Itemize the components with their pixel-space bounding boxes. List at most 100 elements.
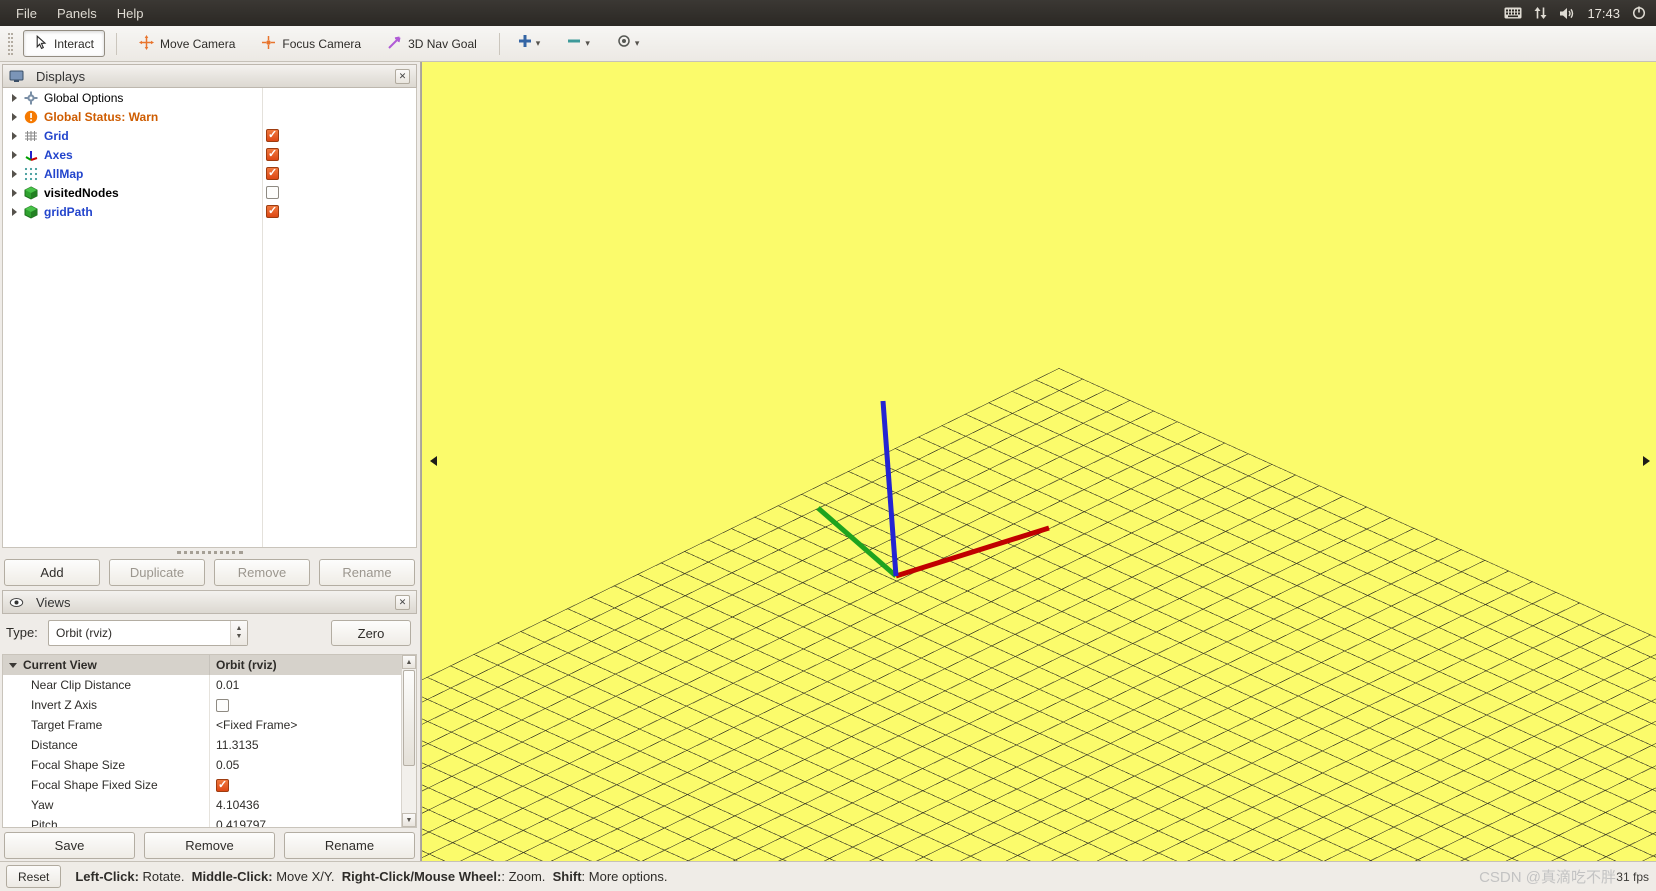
display-item-label: gridPath [44, 204, 93, 219]
toolbar-separator [498, 32, 500, 55]
view-property-near-clip-distance[interactable]: Near Clip Distance 0.01 [3, 675, 401, 695]
expander-icon[interactable] [12, 188, 17, 197]
expander-icon[interactable] [12, 131, 17, 140]
checkbox-focal-shape-fixed-size[interactable] [216, 778, 229, 792]
updown-arrows-icon[interactable] [1534, 6, 1547, 20]
power-menu-icon[interactable] [1632, 6, 1646, 20]
scrollbar-thumb[interactable] [403, 670, 415, 766]
view-property-yaw[interactable]: Yaw 4.10436 [3, 795, 401, 815]
tool-3d-nav-goal-button[interactable]: 3D Nav Goal [376, 30, 488, 57]
map-display-icon [23, 166, 38, 181]
displays-panel-header[interactable]: Displays ✕ [2, 64, 417, 88]
views-save-button[interactable]: Save [4, 832, 135, 859]
expander-icon[interactable] [12, 207, 17, 216]
power-icon[interactable] [1632, 6, 1646, 20]
view-property-target-frame[interactable]: Target Frame <Fixed Frame> [3, 715, 401, 735]
checkbox-invert-z-axis[interactable] [216, 698, 229, 712]
property-key: Target Frame [31, 718, 103, 732]
enable-checkbox-gridpath[interactable] [266, 205, 279, 218]
display-item-label: Global Options [44, 90, 124, 105]
panel-resize-handle[interactable] [177, 551, 243, 554]
display-item-allmap[interactable]: AllMap [3, 164, 416, 183]
display-item-global-status-warn[interactable]: Global Status: Warn [3, 107, 416, 126]
dropdown-arrow-icon[interactable]: ▾ [585, 39, 590, 48]
toolbar-tools: Interact Move Camera Focus Camera 3D Nav Go… [23, 30, 488, 57]
tool-plus-tool-button[interactable]: ▾ [511, 30, 547, 57]
view-property-invert-z-axis[interactable]: Invert Z Axis [3, 695, 401, 715]
dropdown-arrow-icon[interactable]: ▾ [635, 39, 640, 48]
expander-down-icon[interactable] [9, 662, 17, 668]
property-key: Yaw [31, 798, 54, 812]
displays-rename-button[interactable]: Rename [319, 559, 415, 586]
view-property-current-view[interactable]: Current View Orbit (rviz) [3, 655, 401, 675]
view-type-combobox[interactable]: Orbit (rviz) ▲ ▼ [48, 620, 248, 646]
displays-remove-button[interactable]: Remove [214, 559, 310, 586]
viewport[interactable] [421, 62, 1656, 861]
views-close-button[interactable]: ✕ [395, 594, 410, 610]
views-property-table: Current View Orbit (rviz) Near Clip Distan… [2, 654, 417, 828]
enable-checkbox-grid[interactable] [266, 129, 279, 142]
axes-display-icon [23, 147, 38, 162]
status-warn-icon [23, 109, 38, 124]
menu-help[interactable]: Help [107, 2, 154, 25]
global-options-icon [23, 90, 38, 105]
scroll-up-button[interactable]: ▲ [402, 655, 416, 669]
menu-file[interactable]: File [6, 2, 47, 25]
displays-duplicate-button[interactable]: Duplicate [109, 559, 205, 586]
collapse-left-arrow[interactable] [430, 456, 437, 466]
views-panel-header[interactable]: Views ✕ [2, 590, 417, 614]
view-type-row: Type: Orbit (rviz) ▲ ▼ Zero [2, 616, 417, 650]
display-item-label: Global Status: Warn [44, 109, 159, 124]
views-buttons: Save Remove Rename [4, 832, 415, 859]
scroll-down-button[interactable]: ▼ [402, 813, 416, 827]
displays-close-button[interactable]: ✕ [395, 68, 410, 84]
expander-icon[interactable] [12, 169, 17, 178]
views-table-scrollbar[interactable]: ▲ ▼ [401, 655, 416, 827]
reset-button[interactable]: Reset [6, 865, 62, 888]
enable-checkbox-axes[interactable] [266, 148, 279, 161]
menubar: File Panels Help 17:43 [0, 0, 1656, 26]
dropdown-arrow-icon[interactable]: ▾ [536, 39, 541, 48]
views-remove-button[interactable]: Remove [144, 832, 275, 859]
toolbar-drag-handle[interactable] [8, 32, 13, 55]
display-item-label: Grid [44, 128, 69, 143]
menu-panels[interactable]: Panels [47, 2, 107, 25]
enable-checkbox-allmap[interactable] [266, 167, 279, 180]
tool-minus-tool-button[interactable]: ▾ [560, 30, 596, 57]
property-key: Near Clip Distance [31, 678, 132, 692]
zero-button[interactable]: Zero [331, 620, 411, 646]
view-property-pitch[interactable]: Pitch 0.419797 [3, 815, 401, 827]
displays-tree: Global Options Global Status: Warn Grid Axe… [2, 88, 417, 548]
collapse-right-arrow[interactable] [1643, 456, 1650, 466]
property-value: Orbit (rviz) [216, 658, 277, 672]
displays-panel-title: Displays [36, 68, 86, 84]
tool-interact-button[interactable]: Interact [23, 30, 106, 57]
display-item-grid[interactable]: Grid [3, 126, 416, 145]
tool-record-tool-button[interactable]: ▾ [610, 30, 646, 57]
enable-checkbox-visitednodes[interactable] [266, 186, 279, 199]
display-item-visitednodes[interactable]: visitedNodes [3, 183, 416, 202]
views-rename-button[interactable]: Rename [284, 832, 415, 859]
keyboard-icon[interactable] [1504, 7, 1522, 19]
property-key: Pitch [31, 818, 58, 827]
display-item-axes[interactable]: Axes [3, 145, 416, 164]
display-item-gridpath[interactable]: gridPath [3, 202, 416, 221]
view-property-focal-shape-size[interactable]: Focal Shape Size 0.05 [3, 755, 401, 775]
expander-icon[interactable] [12, 93, 17, 102]
axes [816, 400, 1050, 579]
tool-focus-camera-button[interactable]: Focus Camera [250, 30, 372, 57]
statusbar-hint: Left-Click: Rotate. Middle-Click: Move X… [75, 869, 668, 884]
toolbar-separator [116, 32, 118, 55]
display-item-global-options[interactable]: Global Options [3, 88, 416, 107]
displays-monitor-icon [9, 69, 24, 84]
property-value: <Fixed Frame> [216, 718, 298, 732]
property-key: Focal Shape Size [31, 758, 126, 772]
tool-move-camera-button[interactable]: Move Camera [128, 30, 246, 57]
expander-icon[interactable] [12, 112, 17, 121]
volume-icon[interactable] [1559, 7, 1575, 20]
view-property-distance[interactable]: Distance 11.3135 [3, 735, 401, 755]
expander-icon[interactable] [12, 150, 17, 159]
combobox-spinner-icon[interactable]: ▲ ▼ [230, 621, 247, 645]
view-property-focal-shape-fixed-size[interactable]: Focal Shape Fixed Size [3, 775, 401, 795]
displays-add-button[interactable]: Add [4, 559, 100, 586]
